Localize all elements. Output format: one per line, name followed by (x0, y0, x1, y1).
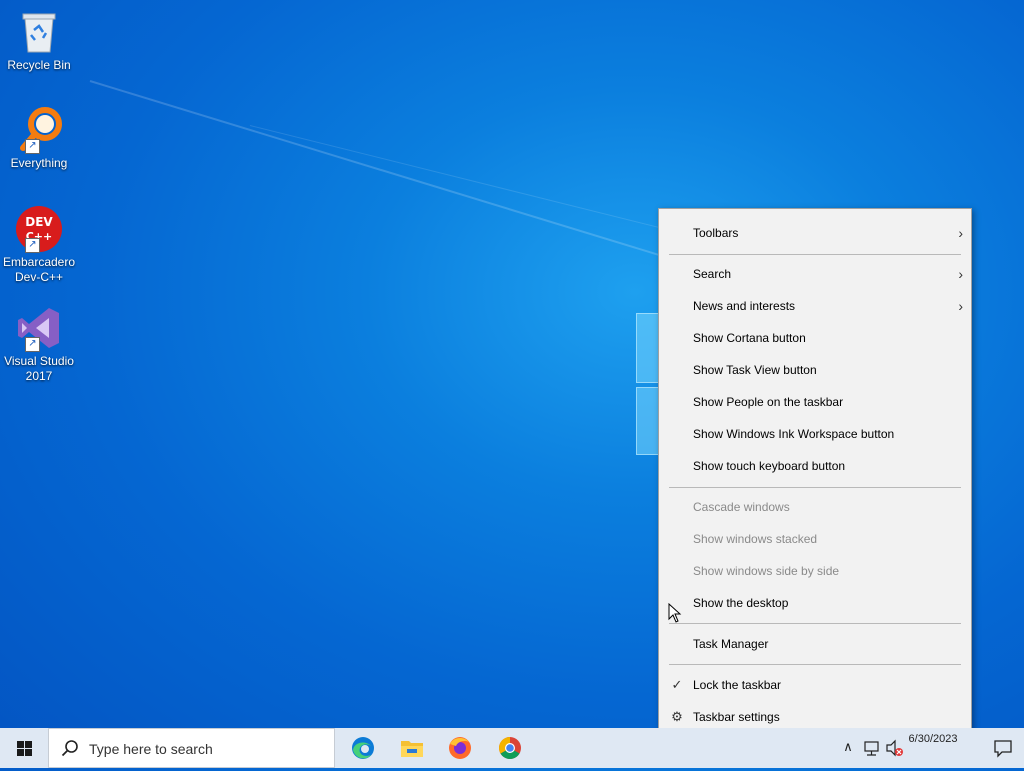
menu-item-show-windows-side-by-side: Show windows side by side (659, 555, 971, 587)
menu-separator (669, 254, 961, 255)
menu-item-label: Show windows side by side (693, 564, 840, 578)
desktop-icon-everything[interactable]: ↗ Everything (2, 106, 76, 171)
menu-separator (669, 664, 961, 665)
menu-item-label: Taskbar settings (693, 710, 780, 724)
start-button[interactable] (0, 728, 48, 768)
menu-item-show-windows-stacked: Show windows stacked (659, 523, 971, 555)
menu-separator (669, 623, 961, 624)
network-icon[interactable] (862, 728, 882, 768)
menu-item-label: Show Cortana button (693, 331, 806, 345)
recycle-bin-icon (15, 8, 63, 56)
visual-studio-icon: ↗ (15, 304, 63, 352)
menu-item-show-task-view-button[interactable]: Show Task View button (659, 354, 971, 386)
notification-icon (994, 740, 1012, 758)
menu-item-show-touch-keyboard[interactable]: Show touch keyboard button (659, 450, 971, 482)
devcpp-icon: DEV C++ ↗ (15, 205, 63, 253)
menu-item-label: Show Task View button (693, 363, 817, 377)
desktop-icon-label: Visual Studio 2017 (4, 354, 74, 383)
wallpaper-light-beam (89, 80, 684, 264)
menu-item-label: Show the desktop (693, 596, 789, 610)
menu-item-label: Toolbars (693, 226, 739, 240)
shortcut-arrow-icon: ↗ (25, 337, 40, 352)
firefox-icon[interactable] (444, 732, 476, 764)
menu-item-news-and-interests[interactable]: News and interests › (659, 290, 971, 322)
desktop-icon-recycle-bin[interactable]: Recycle Bin (2, 8, 76, 73)
everything-magnifier-icon: ↗ (15, 106, 63, 154)
taskbar-search-box[interactable]: Type here to search (48, 728, 335, 768)
show-hidden-icons-chevron[interactable]: ∧ (838, 728, 858, 768)
menu-item-label: Show Windows Ink Workspace button (693, 427, 895, 441)
menu-item-show-windows-ink[interactable]: Show Windows Ink Workspace button (659, 418, 971, 450)
file-explorer-icon[interactable] (396, 732, 428, 764)
search-icon (61, 740, 78, 757)
menu-item-cascade-windows: Cascade windows (659, 491, 971, 523)
menu-item-toolbars[interactable]: Toolbars › (659, 217, 971, 249)
chrome-icon[interactable] (494, 732, 526, 764)
edge-icon[interactable] (347, 732, 379, 764)
menu-item-show-the-desktop[interactable]: Show the desktop (659, 587, 971, 619)
svg-text:DEV: DEV (25, 215, 53, 229)
menu-item-show-cortana-button[interactable]: Show Cortana button (659, 322, 971, 354)
shortcut-arrow-icon: ↗ (25, 238, 40, 253)
taskbar-clock[interactable]: 6/30/2023 (898, 728, 968, 746)
shortcut-arrow-icon: ↗ (25, 139, 40, 154)
desktop-icon-label: Recycle Bin (7, 58, 71, 72)
menu-item-search[interactable]: Search › (659, 258, 971, 290)
menu-item-lock-the-taskbar[interactable]: ✓ Lock the taskbar (659, 669, 971, 701)
chevron-right-icon: › (958, 266, 963, 282)
menu-item-show-people[interactable]: Show People on the taskbar (659, 386, 971, 418)
checkmark-icon: ✓ (671, 677, 683, 692)
taskbar[interactable]: Type here to search ∧ 6/30/2023 (0, 728, 1024, 768)
menu-item-task-manager[interactable]: Task Manager (659, 628, 971, 660)
wallpaper-light-beam (249, 125, 716, 243)
mouse-cursor-icon (668, 602, 682, 623)
menu-item-label: Cascade windows (693, 500, 790, 514)
search-placeholder: Type here to search (89, 741, 213, 757)
chevron-right-icon: › (958, 225, 963, 241)
desktop-icon-visual-studio[interactable]: ↗ Visual Studio 2017 (2, 304, 76, 384)
menu-item-label: Show touch keyboard button (693, 459, 846, 473)
clock-date: 6/30/2023 (908, 733, 958, 745)
menu-item-label: Show People on the taskbar (693, 395, 844, 409)
desktop-icon-label: Embarcadero Dev-C++ (2, 255, 76, 284)
menu-item-label: News and interests (693, 299, 796, 313)
desktop-icon-label: Everything (10, 156, 68, 170)
menu-item-label: Lock the taskbar (693, 678, 782, 692)
desktop-icon-devcpp[interactable]: DEV C++ ↗ Embarcadero Dev-C++ (2, 205, 76, 285)
menu-item-label: Show windows stacked (693, 532, 818, 546)
taskbar-context-menu: Toolbars › Search › News and interests ›… (658, 208, 972, 743)
menu-separator (669, 487, 961, 488)
menu-item-label: Task Manager (693, 637, 769, 651)
chevron-up-icon: ∧ (843, 740, 853, 755)
action-center-button[interactable] (980, 728, 1024, 768)
menu-item-label: Search (693, 267, 732, 281)
chevron-right-icon: › (958, 298, 963, 314)
